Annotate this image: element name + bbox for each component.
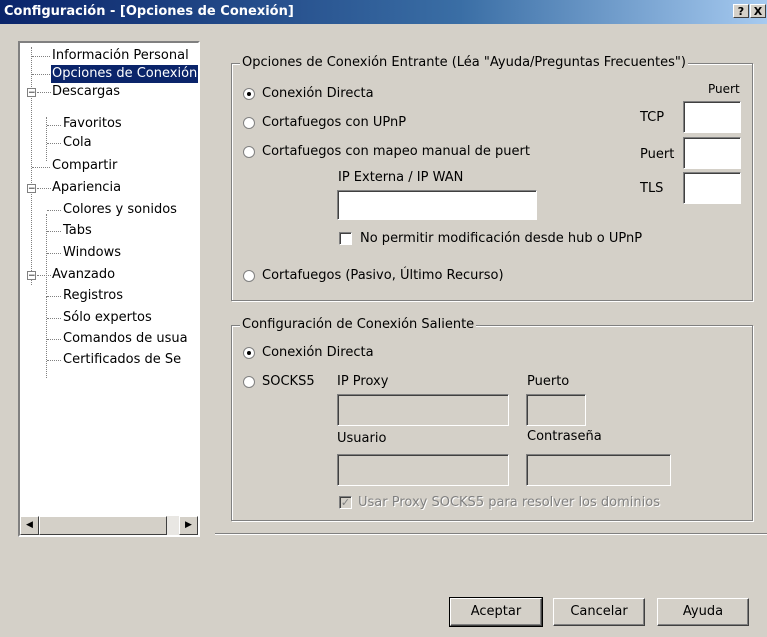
no-modify-checkbox[interactable] — [339, 232, 352, 245]
external-ip-input[interactable] — [337, 190, 537, 220]
accept-button[interactable]: Aceptar — [449, 597, 543, 627]
radio-incoming-manual[interactable] — [243, 146, 255, 158]
tree-item-descargas[interactable]: Descargas — [52, 83, 120, 101]
ports-header: Puert — [708, 82, 740, 96]
proxy-port-label: Puerto — [527, 374, 570, 389]
tree-item-avanzado[interactable]: Avanzado — [52, 266, 115, 284]
help-button[interactable]: ? — [733, 4, 749, 18]
radio-incoming-manual-label[interactable]: Cortafuegos con mapeo manual de puert — [262, 144, 530, 159]
tree-item-certificados[interactable]: Certificados de Se — [63, 351, 181, 369]
tree-item-favoritos[interactable]: Favoritos — [63, 115, 122, 133]
bottom-separator — [215, 533, 767, 535]
radio-incoming-upnp[interactable] — [243, 117, 255, 129]
radio-outgoing-socks5[interactable] — [243, 376, 255, 388]
proxy-user-input[interactable] — [337, 454, 509, 486]
tree-item-opciones-conexion[interactable]: Opciones de Conexión — [51, 65, 198, 83]
tree-item-cola[interactable]: Cola — [63, 134, 92, 152]
socks-resolve-label: Usar Proxy SOCKS5 para resolver los domi… — [358, 495, 660, 510]
radio-incoming-passive[interactable] — [243, 270, 255, 282]
radio-incoming-direct-label[interactable]: Conexión Directa — [262, 86, 374, 101]
tree-item-informacion-personal[interactable]: Información Personal — [52, 47, 189, 65]
tree-item-compartir[interactable]: Compartir — [52, 157, 117, 175]
scroll-right-icon[interactable]: ▶ — [179, 516, 198, 535]
tree-item-solo-expertos[interactable]: Sólo expertos — [63, 309, 152, 327]
scroll-thumb[interactable] — [39, 516, 167, 535]
tree-item-windows[interactable]: Windows — [63, 244, 121, 262]
no-modify-label[interactable]: No permitir modificación desde hub o UPn… — [360, 231, 642, 246]
external-ip-label: IP Externa / IP WAN — [338, 170, 464, 185]
udp-port-label: Puert — [640, 147, 675, 162]
settings-tree[interactable]: Información Personal Opciones de Conexió… — [18, 41, 200, 537]
radio-outgoing-socks5-label[interactable]: SOCKS5 — [262, 374, 315, 389]
tree-item-tabs[interactable]: Tabs — [63, 222, 92, 240]
tree-item-apariencia[interactable]: Apariencia — [52, 179, 121, 197]
proxy-password-input[interactable] — [526, 454, 671, 486]
collapse-avanzado-icon[interactable]: − — [27, 271, 36, 281]
help-dialog-button[interactable]: Ayuda — [657, 598, 749, 626]
udp-port-input[interactable] — [683, 137, 741, 169]
radio-incoming-direct[interactable] — [243, 88, 255, 100]
collapse-apariencia-icon[interactable]: − — [27, 184, 36, 194]
scroll-left-icon[interactable]: ◀ — [20, 516, 39, 535]
incoming-group-title: Opciones de Conexión Entrante (Léa "Ayud… — [240, 55, 688, 70]
radio-incoming-upnp-label[interactable]: Cortafuegos con UPnP — [262, 115, 406, 130]
title-bar[interactable]: Configuración - [Opciones de Conexión] ?… — [0, 0, 767, 24]
proxy-ip-input[interactable] — [337, 394, 509, 426]
tls-port-input[interactable] — [683, 172, 741, 204]
cancel-button[interactable]: Cancelar — [553, 598, 645, 626]
radio-incoming-passive-label[interactable]: Cortafuegos (Pasivo, Último Recurso) — [262, 268, 504, 283]
socks-resolve-checkbox[interactable]: ✓ — [339, 496, 352, 509]
tcp-port-input[interactable] — [683, 101, 741, 133]
proxy-password-label: Contraseña — [527, 429, 602, 444]
radio-outgoing-direct[interactable] — [243, 347, 255, 359]
tree-item-comandos-usuario[interactable]: Comandos de usua — [63, 330, 188, 348]
tree-item-registros[interactable]: Registros — [63, 287, 123, 305]
tcp-label: TCP — [640, 110, 665, 125]
collapse-descargas-icon[interactable]: − — [27, 88, 36, 98]
tls-label: TLS — [640, 181, 664, 196]
close-button[interactable]: X — [750, 4, 766, 18]
radio-outgoing-direct-label[interactable]: Conexión Directa — [262, 345, 374, 360]
proxy-user-label: Usuario — [337, 431, 387, 446]
outgoing-group-title: Configuración de Conexión Saliente — [240, 317, 477, 332]
tree-item-colores-sonidos[interactable]: Colores y sonidos — [63, 201, 177, 219]
tree-horizontal-scrollbar[interactable]: ◀ ▶ — [20, 516, 198, 535]
proxy-port-input[interactable] — [526, 394, 586, 426]
window-title: Configuración - [Opciones de Conexión] — [4, 4, 294, 19]
proxy-ip-label: IP Proxy — [337, 374, 389, 389]
